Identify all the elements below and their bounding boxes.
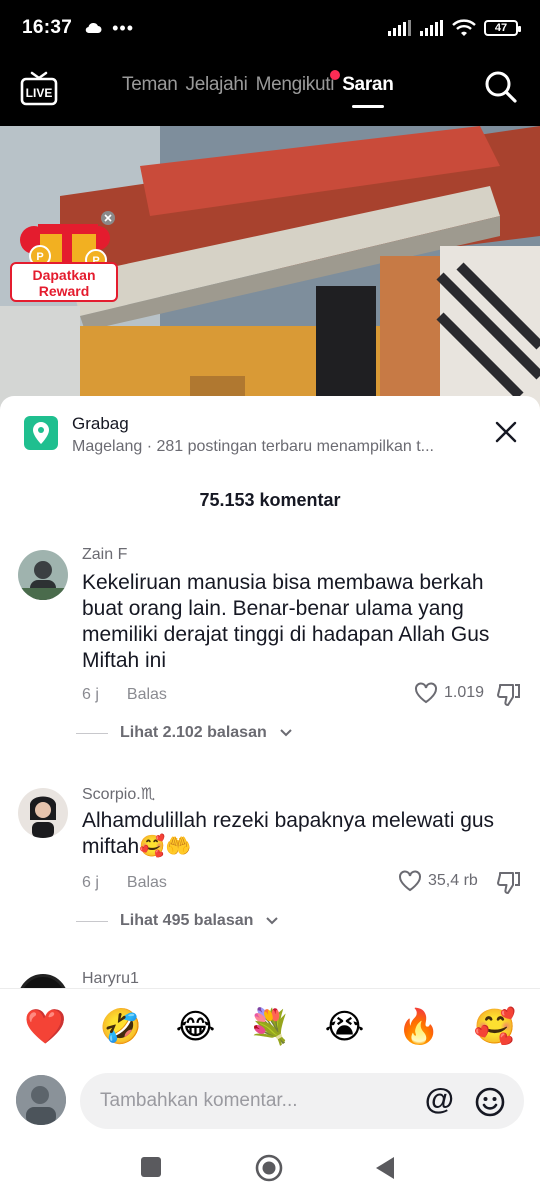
chevron-down-icon <box>280 729 292 737</box>
emoji-fire[interactable]: 🔥 <box>398 1007 440 1047</box>
svg-text:LIVE: LIVE <box>26 86 53 100</box>
tab-mengikuti[interactable]: Mengikuti <box>255 70 341 108</box>
feed-tabs: Teman Jelajahi Mengikuti Saran <box>122 70 394 108</box>
my-avatar[interactable] <box>16 1075 66 1125</box>
tab-mengikuti-label: Mengikuti <box>255 74 335 95</box>
comment-item: Zain F Kekeliruan manusia bisa membawa b… <box>0 546 540 756</box>
comment-item: Scorpio.♏ Alhamdulillah rezeki bapaknya … <box>0 784 540 944</box>
comment-username[interactable]: Scorpio.♏ <box>82 784 155 804</box>
comment-input[interactable] <box>100 1073 400 1129</box>
dislike-icon[interactable] <box>496 682 522 708</box>
comment-time: 6 j <box>82 686 99 703</box>
dislike-icon[interactable] <box>496 870 522 896</box>
live-tv-icon[interactable]: LIVE <box>20 70 58 106</box>
divider-line <box>76 920 108 922</box>
top-nav: LIVE Teman Jelajahi Mengikuti Saran <box>0 56 540 126</box>
more-notifications-icon: ••• <box>112 17 135 38</box>
like-count: 35,4 rb <box>428 872 478 889</box>
emoji-rofl[interactable]: 🤣 <box>100 1007 142 1047</box>
recent-apps-icon[interactable] <box>140 1156 162 1178</box>
quick-emoji-bar: ❤️ 🤣 😂 💐 😭 🔥 🥰 <box>24 1007 516 1047</box>
battery-indicator: 47 <box>484 20 521 36</box>
heart-outline-icon <box>415 682 437 704</box>
divider-line <box>76 732 108 734</box>
tab-saran[interactable]: Saran <box>342 74 394 108</box>
close-icon[interactable] <box>492 418 520 446</box>
comments-count: 75.153 komentar <box>199 490 341 510</box>
comment-meta: 6 j Balas <box>82 874 167 892</box>
reply-button[interactable]: Balas <box>127 686 167 704</box>
tab-teman[interactable]: Teman <box>122 74 178 108</box>
home-icon[interactable] <box>255 1154 283 1182</box>
wifi-icon <box>452 19 476 36</box>
comment-text: Alhamdulillah rezeki bapaknya melewati g… <box>82 809 495 858</box>
status-bar: 16:37 ••• 47 <box>0 0 540 56</box>
avatar[interactable] <box>18 788 68 838</box>
comment-username[interactable]: Haryru1 <box>82 970 139 988</box>
app-screen: 16:37 ••• 47 LIVE Teman Jelajahi Mengiku… <box>0 0 540 1200</box>
reply-button[interactable]: Balas <box>127 874 167 892</box>
view-replies-label: Lihat 495 balasan <box>120 912 254 929</box>
emoji-sob[interactable]: 😭 <box>325 1007 365 1047</box>
comment-input-row: @ <box>16 1073 524 1129</box>
emoji-smiling-hearts[interactable]: 🥰 <box>474 1007 516 1047</box>
video-player[interactable]: P P Dapatkan Reward <box>0 126 540 416</box>
view-replies-button[interactable]: Lihat 2.102 balasan <box>76 724 293 742</box>
avatar[interactable] <box>18 550 68 600</box>
emoji-joy[interactable]: 😂 <box>176 1007 216 1047</box>
view-replies-label: Lihat 2.102 balasan <box>120 724 267 741</box>
comment-meta: 6 j Balas <box>82 686 167 704</box>
reward-label-line1: Dapatkan <box>32 267 96 283</box>
reward-label-line2: Reward <box>38 283 90 299</box>
comment-username[interactable]: Zain F <box>82 546 127 564</box>
emoji-picker-icon[interactable] <box>474 1086 506 1118</box>
signal-icon <box>388 20 411 36</box>
reward-button[interactable]: Dapatkan Reward <box>10 262 118 302</box>
location-pin-icon <box>24 416 58 450</box>
like-button[interactable]: 35,4 rb <box>398 870 478 892</box>
notification-dot <box>330 70 341 80</box>
comment-time: 6 j <box>82 874 99 891</box>
status-time: 16:37 <box>22 17 73 38</box>
back-icon[interactable] <box>374 1156 396 1180</box>
like-count: 1.019 <box>444 684 485 701</box>
view-replies-button[interactable]: Lihat 495 balasan <box>76 912 279 930</box>
battery-level: 47 <box>494 22 508 34</box>
mention-button[interactable]: @ <box>425 1085 454 1115</box>
like-button[interactable]: 1.019 <box>414 682 484 704</box>
emoji-bouquet[interactable]: 💐 <box>249 1007 291 1047</box>
emoji-heart[interactable]: ❤️ <box>24 1007 66 1047</box>
comment-input-box[interactable]: @ <box>80 1073 524 1129</box>
tab-jelajahi[interactable]: Jelajahi <box>186 74 248 108</box>
comment-item: Haryru1 <box>0 970 540 1024</box>
system-nav-bar <box>0 1138 540 1200</box>
signal-icon-2 <box>420 20 443 36</box>
chevron-down-icon <box>266 917 279 925</box>
location-title: Grabag <box>72 414 129 433</box>
heart-outline-icon <box>399 870 421 892</box>
cloud-icon <box>85 22 102 34</box>
comment-text: Kekeliruan manusia bisa membawa berkah b… <box>82 571 490 672</box>
location-banner[interactable]: Grabag Magelang · 281 postingan terbaru … <box>24 414 520 464</box>
location-subtitle: Magelang · 281 postingan terbaru menampi… <box>72 438 434 455</box>
search-icon[interactable] <box>484 70 518 104</box>
comment-composer: ❤️ 🤣 😂 💐 😭 🔥 🥰 @ <box>0 988 540 1138</box>
